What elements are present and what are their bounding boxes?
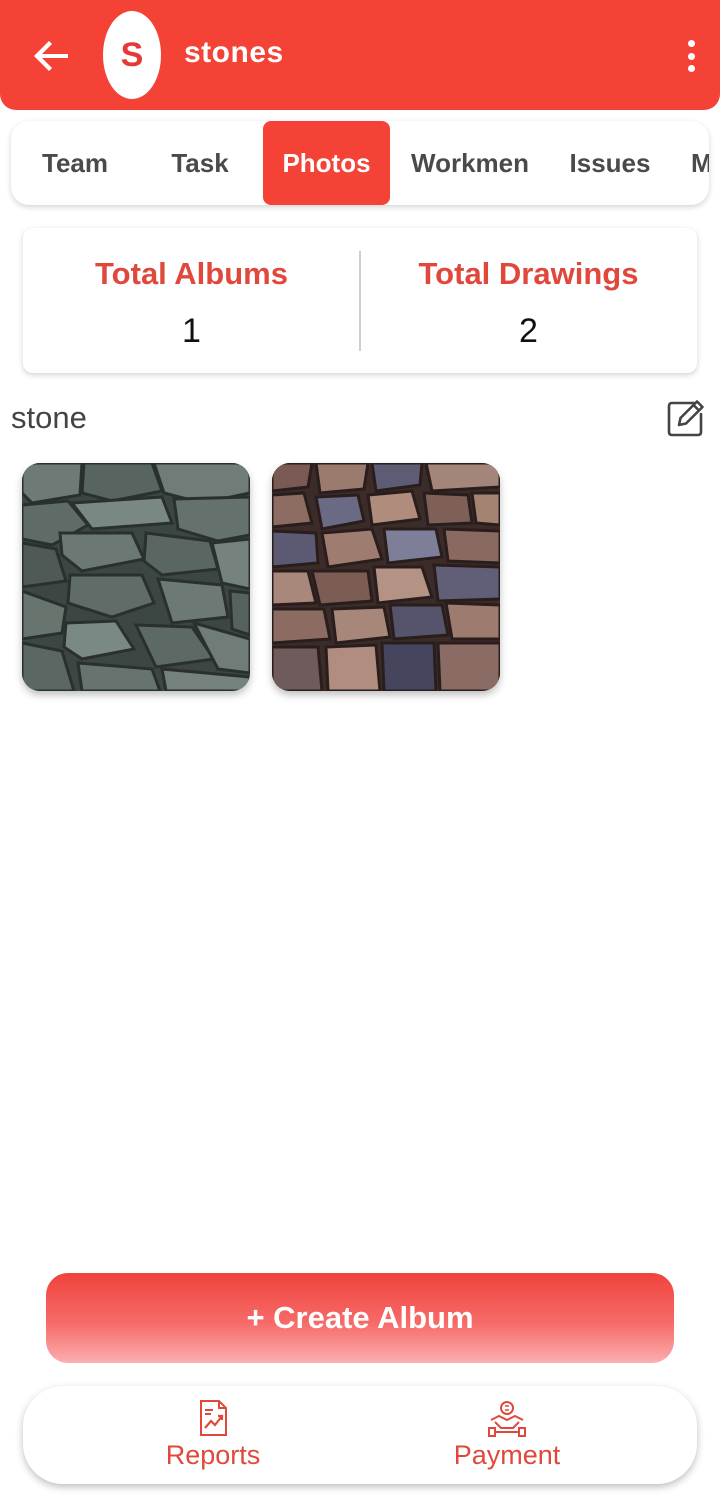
- project-title: stones: [184, 36, 284, 69]
- nav-payment[interactable]: Payment: [427, 1386, 587, 1484]
- drawings-label: Total Drawings: [418, 256, 639, 291]
- tab-workmen[interactable]: Workmen: [406, 121, 534, 205]
- handshake-payment-icon: [488, 1401, 526, 1437]
- bottom-nav: Reports Payment: [23, 1386, 697, 1484]
- albums-stat: Total Albums 1: [23, 228, 360, 373]
- tab-task[interactable]: Task: [153, 121, 247, 205]
- tab-bar: Team Task Photos Workmen Issues M: [11, 121, 709, 205]
- edit-icon: [667, 400, 704, 437]
- tab-more[interactable]: M: [691, 121, 709, 205]
- drawings-value: 2: [519, 312, 538, 350]
- create-album-button[interactable]: + Create Album: [46, 1273, 674, 1363]
- tab-issues[interactable]: Issues: [561, 121, 659, 205]
- more-vert-icon[interactable]: [676, 36, 706, 76]
- tab-photos[interactable]: Photos: [263, 121, 390, 205]
- albums-value: 1: [182, 312, 201, 350]
- report-chart-icon: [200, 1400, 227, 1436]
- albums-label: Total Albums: [95, 256, 288, 291]
- project-avatar: S: [103, 11, 161, 99]
- album-photo-1[interactable]: [22, 463, 250, 691]
- tab-team[interactable]: Team: [25, 121, 125, 205]
- back-button[interactable]: [28, 32, 76, 80]
- app-bar: S stones: [0, 0, 720, 110]
- drawings-stat: Total Drawings 2: [360, 228, 697, 373]
- album-photo-2[interactable]: [272, 463, 500, 691]
- album-title: stone: [11, 400, 87, 435]
- nav-reports[interactable]: Reports: [133, 1386, 293, 1484]
- nav-reports-label: Reports: [165, 1440, 261, 1470]
- edit-album-button[interactable]: [664, 398, 706, 440]
- stats-card: Total Albums 1 Total Drawings 2: [23, 228, 697, 373]
- arrow-left-icon: [34, 41, 68, 71]
- nav-payment-label: Payment: [453, 1440, 561, 1470]
